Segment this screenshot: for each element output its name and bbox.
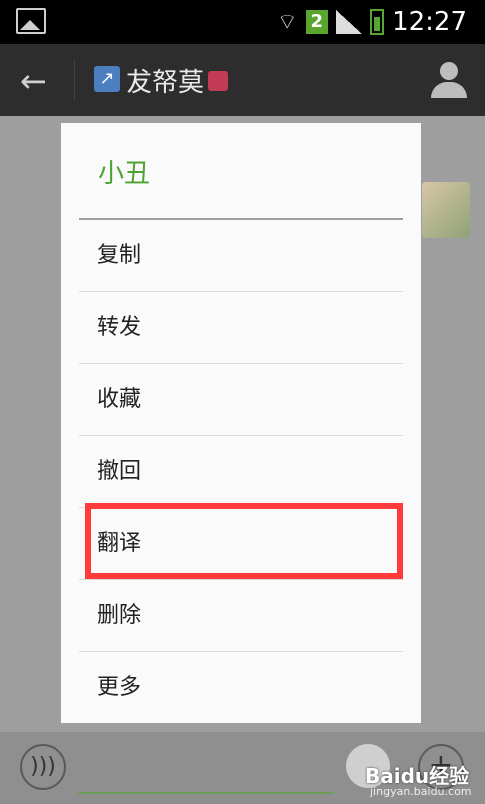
chat-name: 犮帑莫 [126,68,205,98]
translate-highlight-box [85,503,403,579]
battery-icon [370,9,385,35]
dialog-title: 小丑 [98,159,151,189]
user-profile-icon[interactable] [429,60,469,100]
message-input[interactable] [78,792,334,794]
back-arrow-icon[interactable]: ← [20,62,47,100]
message-context-menu: 小丑 复制 转发 收藏 撤回 翻译 删除 更多 [61,123,421,723]
title-divider [74,60,75,100]
clock: 12:27 [392,7,467,37]
watermark-site: jingyan.baidu.com [370,785,472,798]
notification-badge: 2 [305,10,329,34]
menu-item-more[interactable]: 更多 [79,652,403,724]
menu-item-forward[interactable]: 转发 [79,292,403,364]
wifi-icon: ⌔ [276,10,298,35]
menu-item-favorite[interactable]: 收藏 [79,364,403,436]
voice-input-button[interactable]: ))) [20,744,66,790]
menu-item-delete[interactable]: 删除 [79,580,403,652]
contact-avatar [422,182,470,238]
heart-icon [208,71,229,91]
menu-item-copy[interactable]: 复制 [79,220,403,292]
signal-icon [336,10,363,34]
menu-item-recall[interactable]: 撤回 [79,436,403,508]
menu-list: 复制 转发 收藏 撤回 翻译 删除 更多 [79,220,403,724]
app-icon: ↗ [94,66,120,92]
status-bar: ⌔ 2 12:27 [0,0,485,44]
chat-title: 犮帑莫 [126,62,229,99]
status-icons: ⌔ 2 12:27 [277,4,467,40]
image-notification-icon [16,8,46,34]
chat-title-bar: ← ↗ 犮帑莫 [0,44,485,116]
